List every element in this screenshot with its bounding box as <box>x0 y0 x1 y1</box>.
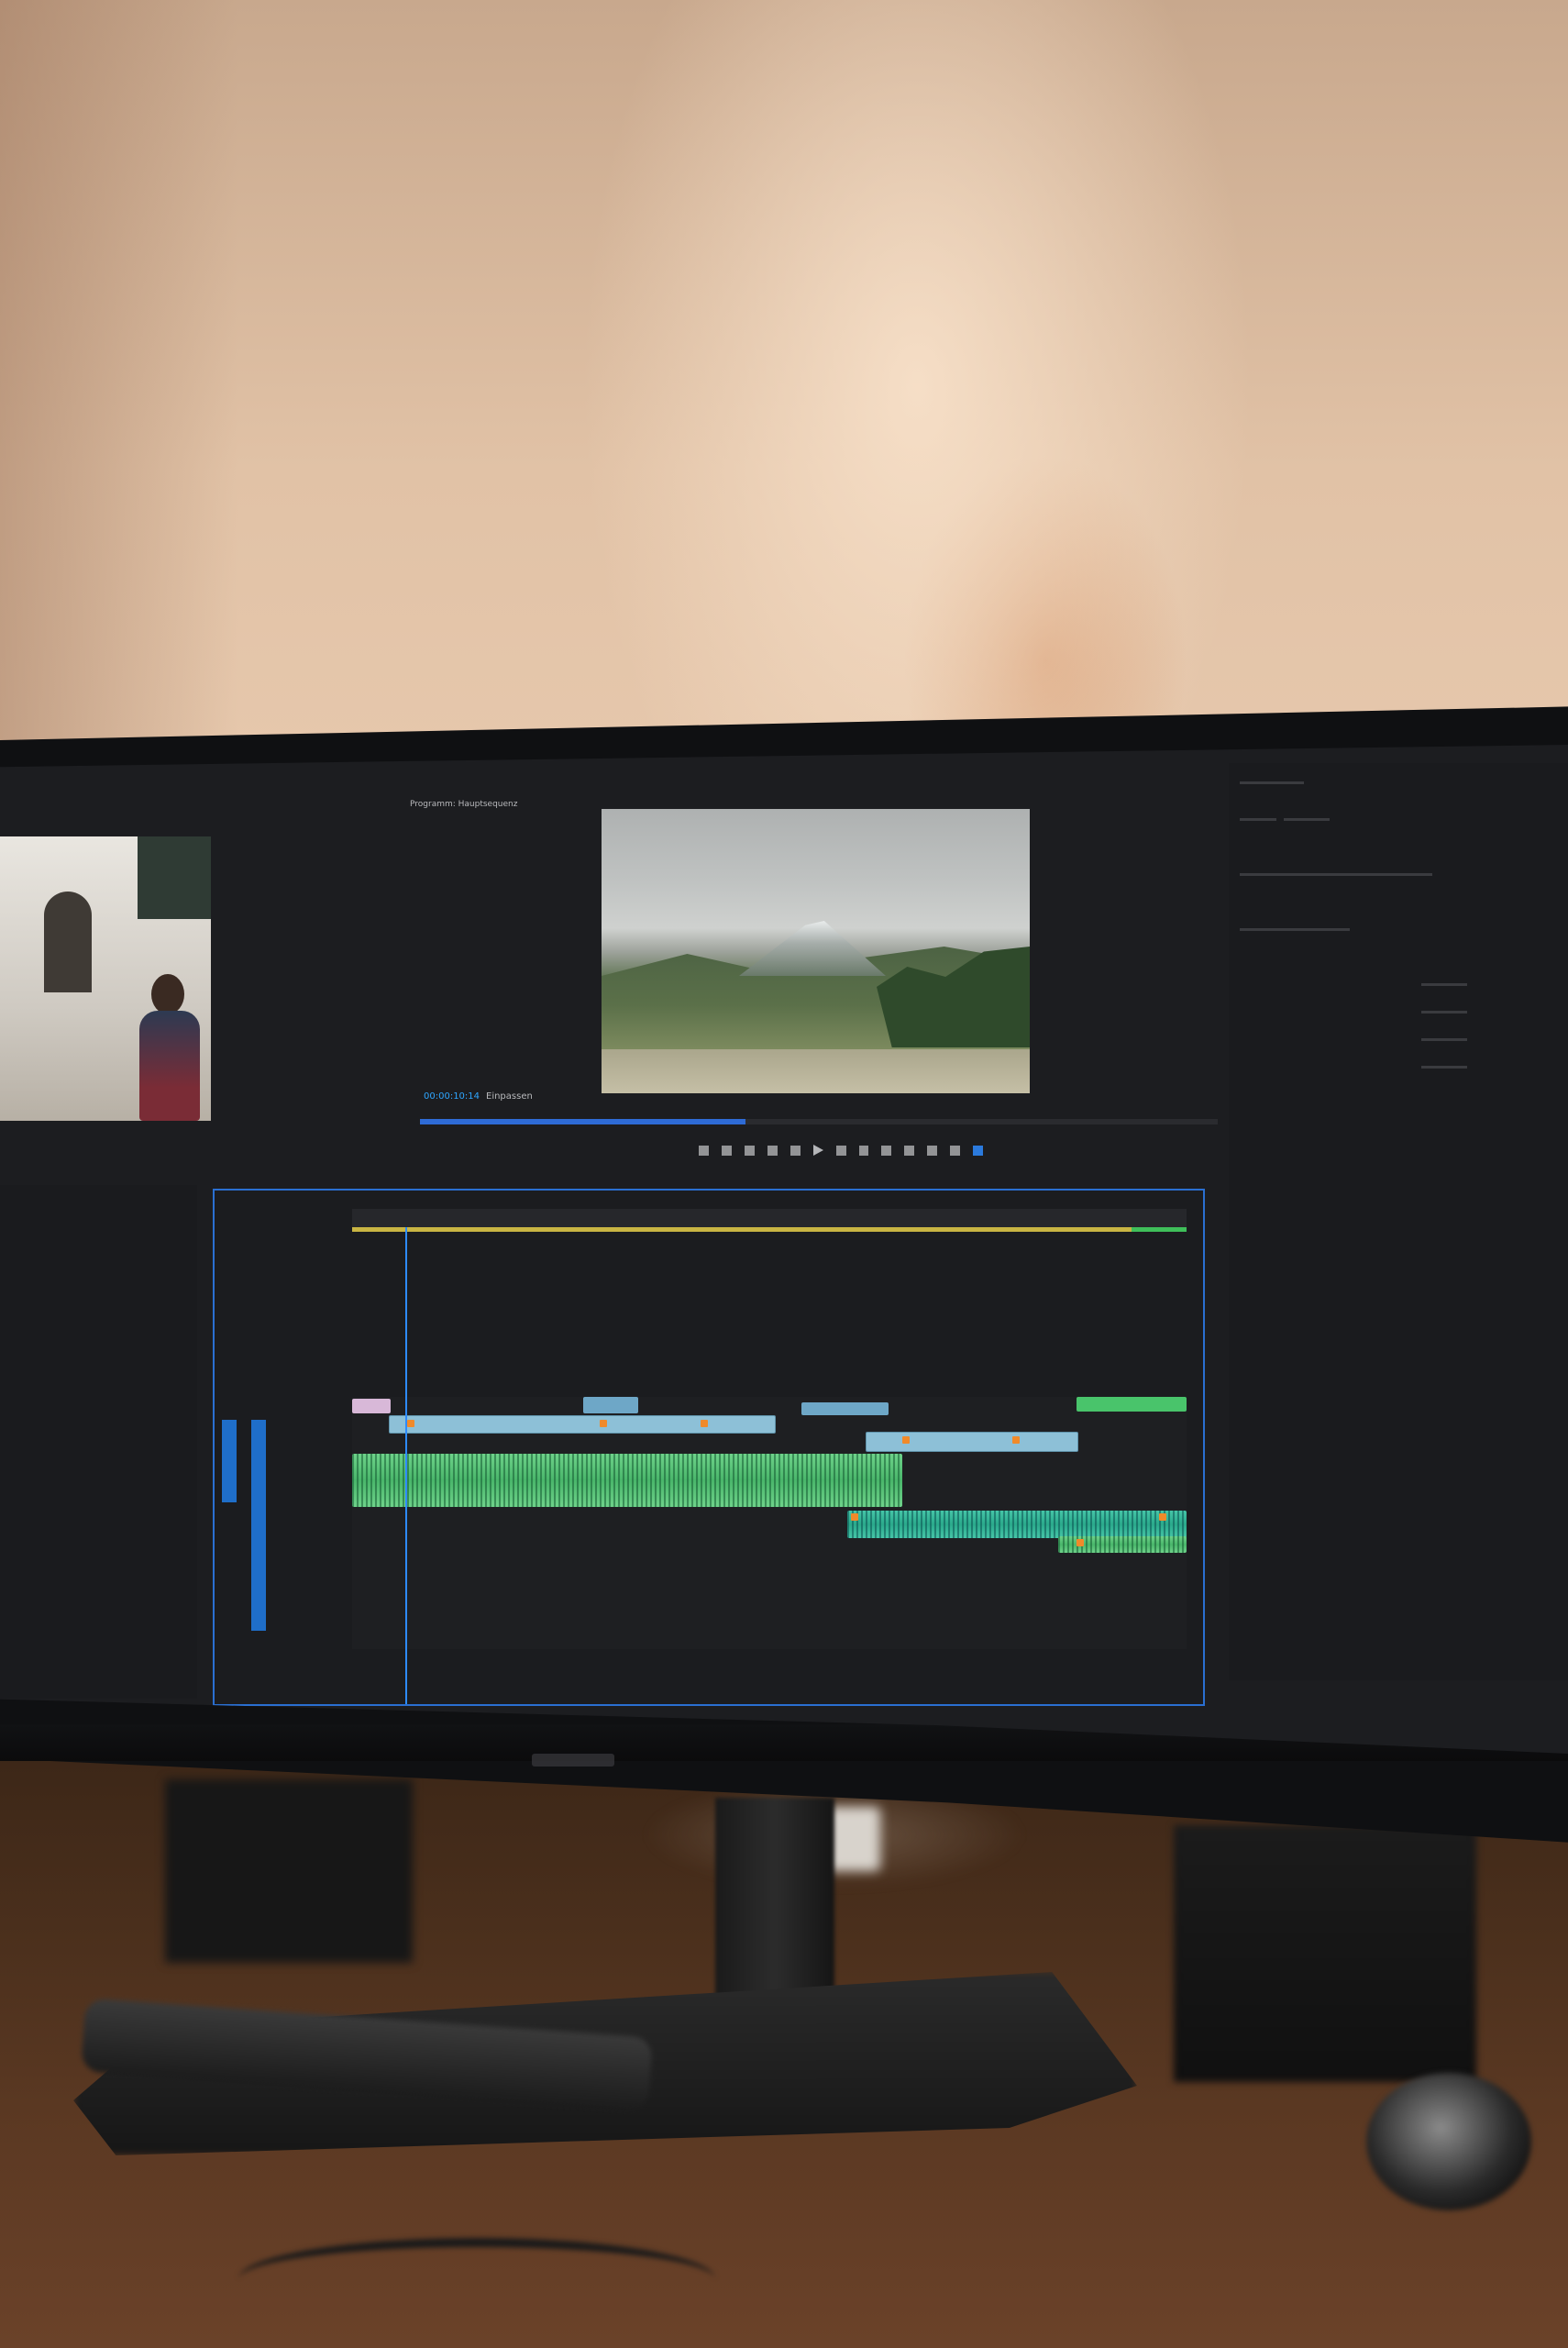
video-clip[interactable] <box>389 1415 776 1434</box>
step-forward-icon[interactable] <box>835 1145 846 1156</box>
cable <box>238 2238 715 2320</box>
speaker-right <box>1174 1825 1476 2082</box>
clip-marker <box>851 1513 858 1521</box>
video-clip[interactable] <box>801 1402 889 1415</box>
timeline-panel <box>213 1189 1205 1706</box>
landscape-mountain <box>739 921 886 976</box>
transport-controls <box>699 1143 984 1157</box>
program-scrub-bar[interactable] <box>420 1119 1218 1124</box>
panel-tab[interactable] <box>1284 818 1330 821</box>
source-person-head <box>151 974 184 1014</box>
video-clip[interactable] <box>352 1399 391 1413</box>
source-monitor-frame <box>0 836 211 1121</box>
source-arched-window <box>44 892 92 992</box>
panel-row <box>1421 1066 1467 1069</box>
source-trees <box>138 836 211 919</box>
program-monitor-frame <box>602 809 1030 1093</box>
playhead[interactable] <box>405 1227 407 1704</box>
program-timecode: 00:00:10:14 <box>424 1091 480 1102</box>
program-monitor-title: Programm: Hauptsequenz <box>410 800 518 809</box>
speaker-left <box>165 1779 413 1963</box>
clip-marker <box>902 1436 910 1444</box>
lift-icon[interactable] <box>881 1145 892 1156</box>
panel-row <box>1240 873 1432 876</box>
settings-icon[interactable] <box>973 1145 984 1156</box>
clip-marker <box>407 1420 414 1427</box>
clip-marker <box>600 1420 607 1427</box>
monitor-stand-neck <box>715 1798 834 2018</box>
mouse <box>1366 2073 1531 2210</box>
go-to-out-icon[interactable] <box>858 1145 869 1156</box>
video-clip[interactable] <box>866 1432 1078 1452</box>
in-point-icon[interactable] <box>721 1145 732 1156</box>
monitor-brand-logo <box>532 1754 614 1767</box>
clip-marker <box>1077 1539 1084 1546</box>
monitor-screen: Programm: Hauptsequenz 00:00:10:14 Einpa… <box>0 745 1568 1754</box>
play-icon[interactable] <box>812 1145 823 1156</box>
clip-marker <box>701 1420 708 1427</box>
step-back-icon[interactable] <box>790 1145 801 1156</box>
source-person-body <box>139 1011 200 1121</box>
panel-row <box>1240 928 1350 931</box>
panel-row <box>1421 1011 1467 1013</box>
photo-scene: Programm: Hauptsequenz 00:00:10:14 Einpa… <box>0 0 1568 2348</box>
panel-row <box>1421 983 1467 986</box>
extract-icon[interactable] <box>904 1145 915 1156</box>
program-scrub-fill <box>420 1119 745 1124</box>
camera-icon[interactable] <box>927 1145 938 1156</box>
clip-marker <box>1012 1436 1020 1444</box>
project-panel <box>0 1185 197 1699</box>
rendered-bar <box>1132 1227 1187 1232</box>
fit-dropdown[interactable]: Einpassen <box>486 1091 533 1102</box>
out-point-icon[interactable] <box>744 1145 755 1156</box>
timeline-tracks[interactable] <box>352 1397 1187 1649</box>
landscape-field <box>602 1049 1030 1093</box>
clip-marker <box>1159 1513 1166 1521</box>
panel-row <box>1421 1038 1467 1041</box>
audio-track-selector[interactable] <box>251 1420 266 1631</box>
work-area-bar <box>352 1227 1187 1232</box>
marker-icon[interactable] <box>699 1145 709 1156</box>
panel-tab[interactable] <box>1240 781 1304 784</box>
essential-sound-panel <box>1229 763 1568 1680</box>
adjustment-clip[interactable] <box>1077 1397 1187 1412</box>
video-track-selector[interactable] <box>222 1420 237 1502</box>
video-clip[interactable] <box>583 1397 638 1413</box>
audio-clip[interactable] <box>352 1454 902 1507</box>
compare-icon[interactable] <box>950 1145 961 1156</box>
panel-tab[interactable] <box>1240 818 1276 821</box>
track-headers <box>215 1392 352 1649</box>
wall-shadow <box>0 0 238 825</box>
audio-clip[interactable] <box>847 1511 1187 1538</box>
go-to-in-icon[interactable] <box>767 1145 778 1156</box>
